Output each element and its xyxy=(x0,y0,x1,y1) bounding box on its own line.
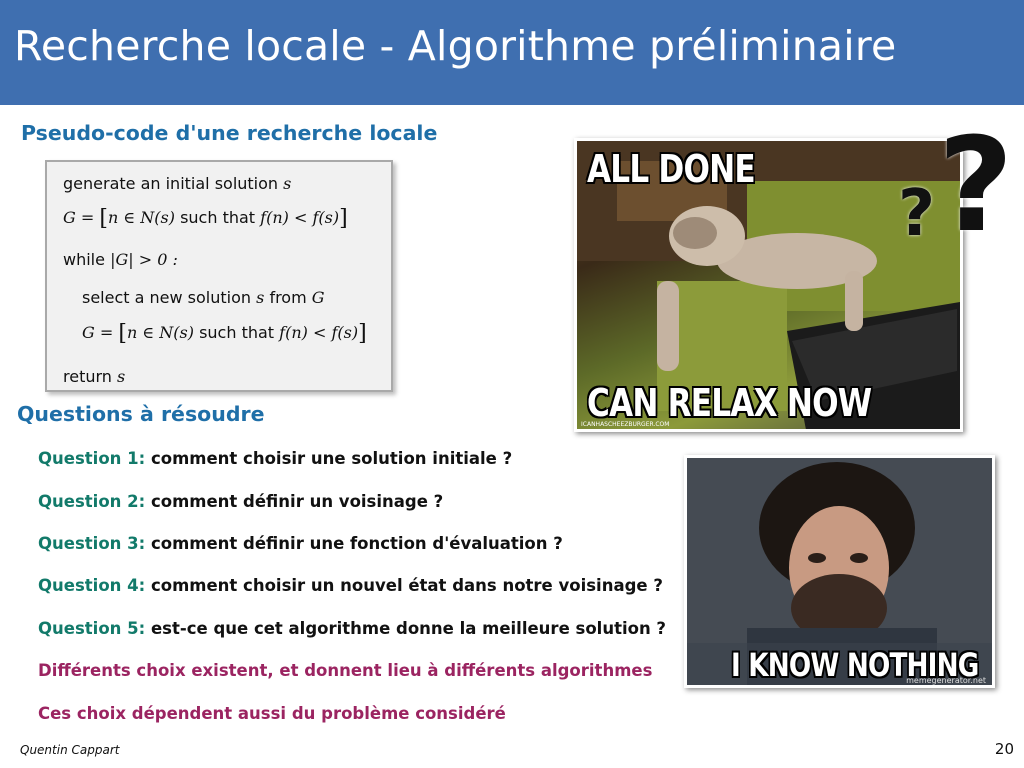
list-item: Question 5: est-ce que cet algorithme do… xyxy=(38,619,666,638)
code-condition: f(n) < f(s) xyxy=(279,323,359,342)
question-label: Question 4: xyxy=(38,576,146,595)
meme-credit: ICANHASCHEEZBURGER.COM xyxy=(581,421,670,428)
question-label: Question 3: xyxy=(38,534,146,553)
jon-meme-image: I KNOW NOTHING memegenerator.net xyxy=(684,455,995,688)
list-item: Question 2: comment définir un voisinage… xyxy=(38,492,443,511)
code-var: s xyxy=(283,174,292,193)
code-line-init: generate an initial solution s xyxy=(63,174,291,193)
note-item: Ces choix dépendent aussi du problème co… xyxy=(38,704,506,723)
code-such-that: such that xyxy=(199,323,275,342)
code-member: n ∈ N(s) xyxy=(126,323,194,342)
code-line-while: while |G| > 0 : xyxy=(63,250,178,269)
code-var: s xyxy=(256,288,265,307)
code-lhs: G = xyxy=(63,208,95,227)
pseudocode-box: generate an initial solution s G = [n ∈ … xyxy=(45,160,393,392)
question-text: comment définir une fonction d'évaluatio… xyxy=(150,534,563,553)
meme-credit: memegenerator.net xyxy=(906,676,986,685)
question-text: comment choisir un nouvel état dans notr… xyxy=(150,576,663,595)
code-line-return: return s xyxy=(63,367,125,386)
slide-title: Recherche locale - Algorithme préliminai… xyxy=(14,22,897,70)
footer-author: Quentin Cappart xyxy=(20,743,120,757)
question-label: Question 5: xyxy=(38,619,146,638)
code-var: s xyxy=(117,367,126,386)
question-label: Question 2: xyxy=(38,492,146,511)
code-such-that: such that xyxy=(180,208,256,227)
code-condition: |G| > 0 : xyxy=(110,250,178,269)
list-item: Question 1: comment choisir une solution… xyxy=(38,449,512,468)
code-bracket: ] xyxy=(358,321,367,346)
question-text: comment choisir une solution initiale ? xyxy=(150,449,513,468)
code-text: select a new solution xyxy=(82,288,252,307)
pseudocode-heading: Pseudo-code d'une recherche locale xyxy=(21,121,438,145)
question-text: est-ce que cet algorithme donne la meill… xyxy=(150,619,667,638)
meme-top-caption: ALL DONE xyxy=(587,147,756,191)
code-keyword: while xyxy=(63,250,105,269)
code-member: n ∈ N(s) xyxy=(107,208,175,227)
code-condition: f(n) < f(s) xyxy=(260,208,340,227)
code-text: from xyxy=(269,288,307,307)
question-label: Question 1: xyxy=(38,449,146,468)
code-line-neighbors: G = [n ∈ N(s) such that f(n) < f(s)] xyxy=(63,206,348,231)
code-text: generate an initial solution xyxy=(63,174,279,193)
code-bracket: [ xyxy=(99,206,108,231)
note-item: Différents choix existent, et donnent li… xyxy=(38,661,653,680)
code-bracket: ] xyxy=(339,206,348,231)
meme-bottom-caption: CAN RELAX NOW xyxy=(587,381,872,425)
title-bar: Recherche locale - Algorithme préliminai… xyxy=(0,0,1024,105)
question-text: comment définir un voisinage ? xyxy=(150,492,444,511)
list-item: Question 4: comment choisir un nouvel ét… xyxy=(38,576,663,595)
code-lhs: G = xyxy=(82,323,114,342)
code-bracket: [ xyxy=(118,321,127,346)
list-item: Question 3: comment définir une fonction… xyxy=(38,534,563,553)
questions-heading: Questions à résoudre xyxy=(17,402,265,426)
code-keyword: return xyxy=(63,367,112,386)
question-mark-icon: ? xyxy=(938,109,1014,261)
question-mark-icon: ? xyxy=(898,177,936,251)
code-var: G xyxy=(311,288,325,307)
page-number: 20 xyxy=(994,740,1014,758)
code-line-select: select a new solution s from G xyxy=(82,288,325,307)
code-line-neighbors-update: G = [n ∈ N(s) such that f(n) < f(s)] xyxy=(82,321,367,346)
